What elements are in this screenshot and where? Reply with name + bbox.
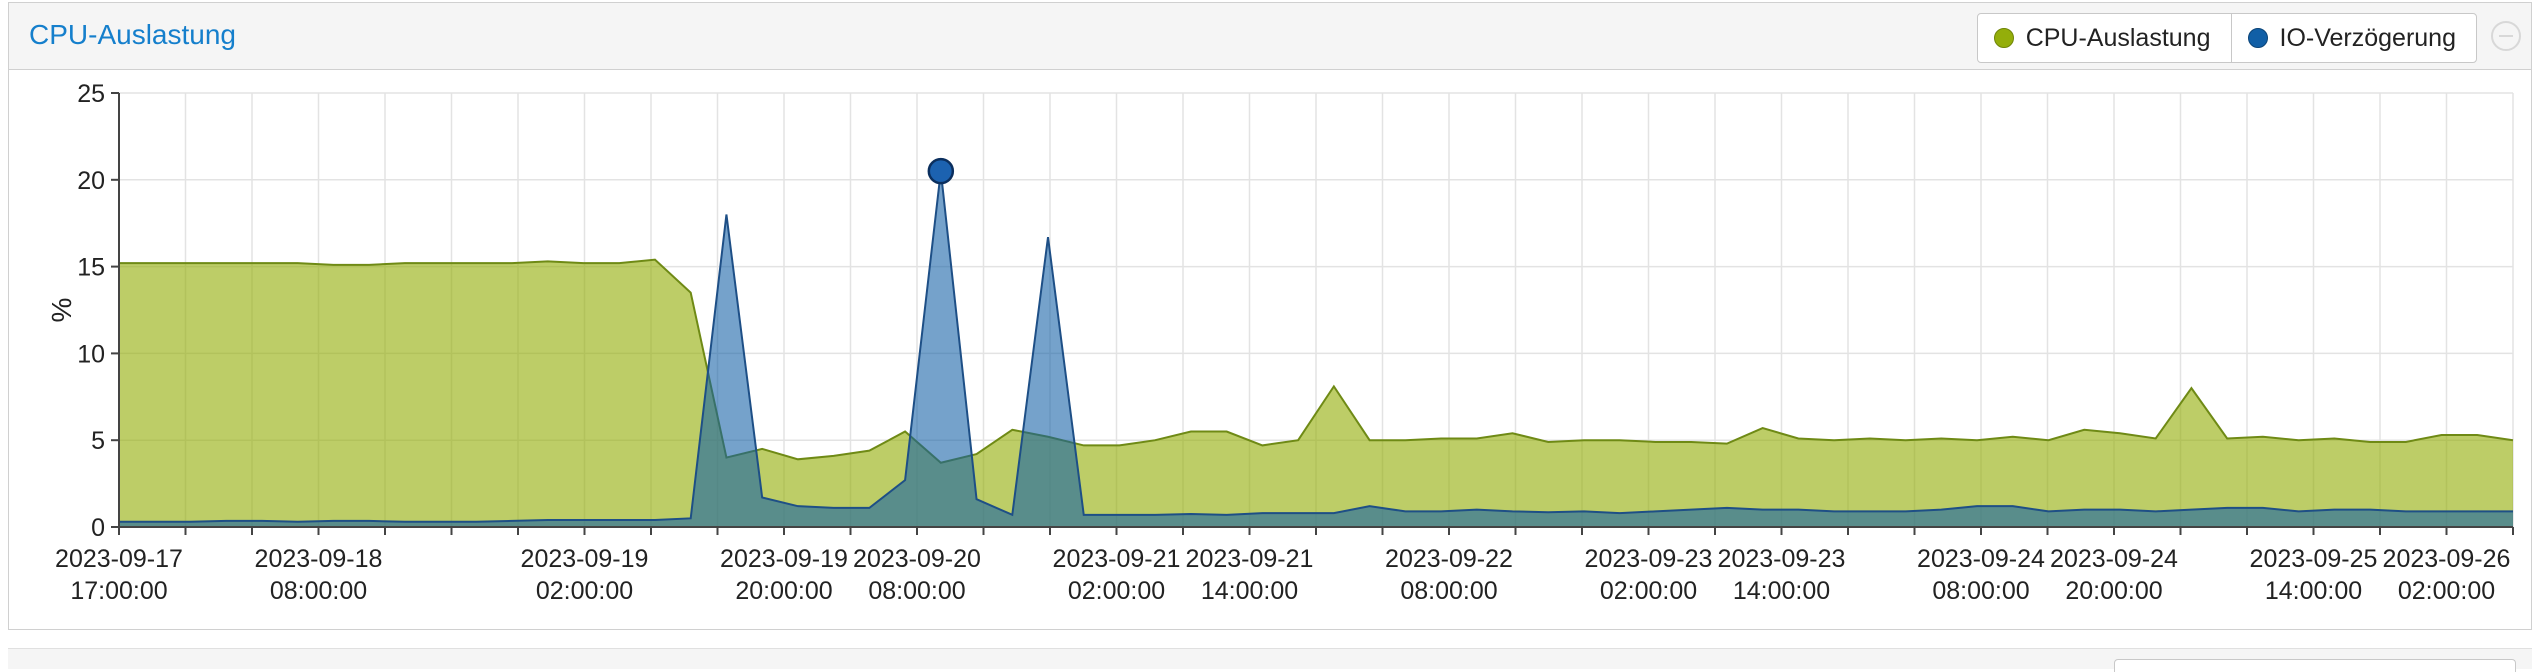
- x-tick-label-time: 14:00:00: [1201, 577, 1298, 605]
- y-tick-label: 15: [77, 254, 105, 282]
- y-axis-label: %: [46, 298, 77, 323]
- x-tick-label-date: 2023-09-23: [1585, 545, 1713, 573]
- x-tick-label-time: 08:00:00: [270, 577, 367, 605]
- next-panel-legend: [2114, 659, 2516, 672]
- x-tick-label-time: 08:00:00: [1932, 577, 2029, 605]
- y-tick-label: 10: [77, 340, 105, 368]
- x-tick-label-date: 2023-09-21: [1186, 545, 1314, 573]
- next-panel-header: [8, 648, 2532, 672]
- y-tick-label: 25: [77, 80, 105, 108]
- x-tick-label-date: 2023-09-24: [1917, 545, 2045, 573]
- x-tick-label-time: 08:00:00: [1400, 577, 1497, 605]
- y-tick-label: 5: [91, 427, 105, 455]
- y-tick-label: 20: [77, 167, 105, 195]
- x-tick-label-time: 02:00:00: [1068, 577, 1165, 605]
- x-tick-label-date: 2023-09-21: [1053, 545, 1181, 573]
- x-tick-label-date: 2023-09-20: [853, 545, 981, 573]
- x-tick-label-date: 2023-09-25: [2250, 545, 2378, 573]
- cpu-usage-panel: CPU-Auslastung CPU-Auslastung IO-Verzöge…: [8, 2, 2532, 630]
- x-tick-label-date: 2023-09-24: [2050, 545, 2178, 573]
- x-tick-label-date: 2023-09-19: [521, 545, 649, 573]
- x-tick-label-time: 02:00:00: [536, 577, 633, 605]
- x-tick-label-time: 08:00:00: [868, 577, 965, 605]
- x-tick-label-date: 2023-09-17: [55, 545, 183, 573]
- x-tick-label-time: 20:00:00: [2065, 577, 2162, 605]
- x-tick-label-time: 02:00:00: [1600, 577, 1697, 605]
- cpu-io-area-chart: 0 5 10 15 20 25% 2023-09-17 17:00:00 2023-09-18 0…: [46, 80, 2514, 605]
- x-tick-label-date: 2023-09-26: [2383, 545, 2511, 573]
- highlight-point: [927, 157, 955, 185]
- x-tick-label-time: 20:00:00: [735, 577, 832, 605]
- x-tick-label-time: 17:00:00: [70, 577, 167, 605]
- x-tick-label-date: 2023-09-22: [1385, 545, 1513, 573]
- x-tick-label-date: 2023-09-18: [255, 545, 383, 573]
- x-tick-label-time: 02:00:00: [2398, 577, 2495, 605]
- x-tick-label-date: 2023-09-23: [1718, 545, 1846, 573]
- x-tick-label-time: 14:00:00: [1733, 577, 1830, 605]
- y-tick-label: 0: [91, 514, 105, 542]
- x-tick-label-time: 14:00:00: [2265, 577, 2362, 605]
- x-tick-label-date: 2023-09-19: [720, 545, 848, 573]
